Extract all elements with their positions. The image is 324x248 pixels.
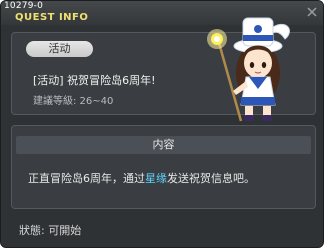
quest-status: 狀態: 可開始 <box>19 224 82 237</box>
close-button[interactable] <box>305 4 319 18</box>
quest-recommended-level: 建議等級: 26~40 <box>33 96 114 107</box>
quest-category-badge: 活动 <box>26 41 93 57</box>
content-header: 内容 <box>16 136 311 154</box>
content-highlight-npc: 星缘 <box>145 172 167 185</box>
close-icon <box>307 7 317 17</box>
quest-info-window: 10279-0 QUEST INFO 活动 [活动] 祝贺冒险岛6周年! 建議等… <box>0 0 324 248</box>
content-description: 正直冒险岛6周年，通过星缘发送祝贺信息吧。 <box>28 170 255 186</box>
quest-id-label: 10279-0 <box>4 1 44 11</box>
quest-title: [活动] 祝贺冒险岛6周年! <box>33 74 156 87</box>
npc-girl-sailor-icon <box>207 17 290 122</box>
window-title: QUEST INFO <box>15 12 89 23</box>
content-text-after: 发送祝贺信息吧。 <box>167 172 255 185</box>
quest-content-panel: 内容 正直冒险岛6周年，通过星缘发送祝贺信息吧。 <box>11 125 316 209</box>
content-text-before: 正直冒险岛6周年，通过 <box>28 172 145 185</box>
